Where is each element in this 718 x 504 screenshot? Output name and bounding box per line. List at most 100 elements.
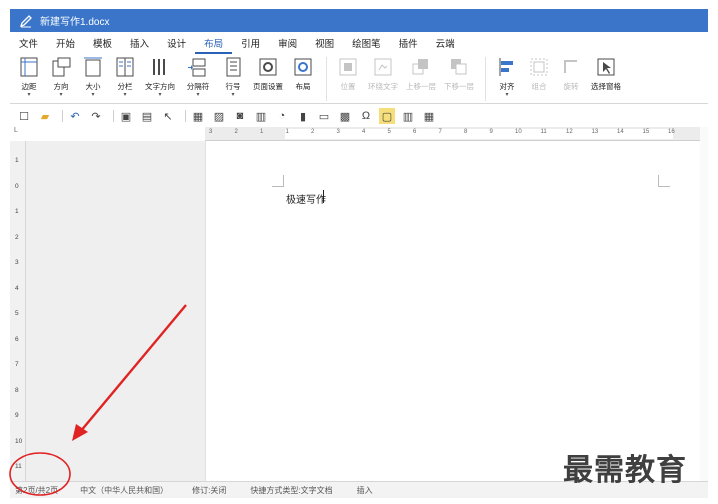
selection-pane-icon bbox=[595, 56, 617, 78]
ruler-tick-label: 6 bbox=[413, 129, 417, 135]
shapes-icon[interactable]: ◔ bbox=[274, 108, 290, 124]
menu-bar: 文件 开始 模板 插入 设计 布局 引用 审阅 视图 绘图笔 插件 云端 bbox=[10, 36, 708, 54]
ribbon-button-14[interactable]: 组合 bbox=[524, 54, 554, 104]
ruler-tick-label: 5 bbox=[15, 310, 19, 317]
text-direction-icon bbox=[149, 56, 171, 78]
track-changes-status[interactable]: 修订:关闭 bbox=[192, 485, 226, 496]
menu-item-7[interactable]: 审阅 bbox=[269, 36, 306, 54]
page-count[interactable]: 第2页/共2页 bbox=[15, 485, 58, 496]
document-page[interactable]: 极速写作 bbox=[205, 141, 700, 481]
open-folder-icon[interactable]: ▰ bbox=[37, 108, 53, 124]
save-icon[interactable]: ▣ bbox=[118, 108, 134, 124]
menu-item-10[interactable]: 插件 bbox=[390, 36, 427, 54]
ruler-tick-label: 14 bbox=[617, 129, 624, 135]
ruler-tick-label: 10 bbox=[515, 129, 522, 135]
chevron-down-icon: ▾ bbox=[27, 92, 31, 98]
page-size-icon bbox=[82, 56, 104, 78]
ribbon-button-8[interactable]: 布局 bbox=[288, 54, 318, 104]
align-icon bbox=[496, 56, 518, 78]
ruler-tick-label: 2 bbox=[234, 129, 238, 135]
symbol-icon[interactable]: Ω bbox=[358, 108, 374, 124]
ribbon-button-4[interactable]: 文字方向 ▾ bbox=[142, 54, 178, 104]
ribbon-button-15[interactable]: 旋转 bbox=[556, 54, 586, 104]
ribbon-button-11[interactable]: 上移一层 bbox=[403, 54, 439, 104]
pen-icon bbox=[18, 13, 34, 29]
image-icon[interactable]: ▨ bbox=[211, 108, 227, 124]
menu-item-0[interactable]: 文件 bbox=[10, 36, 47, 54]
screenshot-icon[interactable]: ◙ bbox=[232, 108, 248, 124]
ruler-tick-label: 7 bbox=[15, 361, 19, 368]
textbox-icon[interactable]: ▭ bbox=[316, 108, 332, 124]
send-backward-icon bbox=[448, 56, 470, 78]
ribbon-button-label: 组合 bbox=[531, 82, 547, 91]
menu-item-11[interactable]: 云端 bbox=[427, 36, 464, 54]
ribbon-button-2[interactable]: 大小 ▾ bbox=[78, 54, 108, 104]
menu-item-5[interactable]: 布局 bbox=[195, 36, 233, 54]
ribbon-button-label: 分隔符 bbox=[186, 82, 210, 91]
new-doc-icon[interactable]: ☐ bbox=[16, 108, 32, 124]
ruler-tick-label: 11 bbox=[540, 129, 547, 135]
menu-item-4[interactable]: 设计 bbox=[158, 36, 195, 54]
ribbon-button-9[interactable]: 位置 bbox=[333, 54, 363, 104]
columns-small-icon[interactable]: ▥ bbox=[400, 108, 416, 124]
ribbon-button-3[interactable]: 分栏 ▾ bbox=[110, 54, 140, 104]
undo-icon[interactable]: ↶ bbox=[67, 108, 83, 124]
insert-mode-status[interactable]: 插入 bbox=[357, 485, 373, 496]
ruler-tick-label: 6 bbox=[15, 335, 19, 343]
menu-item-2[interactable]: 模板 bbox=[84, 36, 121, 54]
ribbon-button-6[interactable]: 行号 ▾ bbox=[218, 54, 248, 104]
chart-icon[interactable]: ▥ bbox=[253, 108, 269, 124]
chevron-down-icon: ▾ bbox=[91, 92, 95, 98]
ruler-tick-label: 4 bbox=[15, 284, 19, 292]
ribbon-button-7[interactable]: 页面设置 bbox=[250, 54, 286, 104]
vertical-ruler[interactable]: 1 0 1 2 3 4 5 6 7 8 9 10 11 bbox=[10, 141, 26, 481]
menu-item-9[interactable]: 绘图笔 bbox=[343, 36, 390, 54]
ruler-tick-label: 2 bbox=[15, 233, 19, 241]
toolbar-separator bbox=[62, 110, 63, 122]
ribbon-button-12[interactable]: 下移一层 bbox=[441, 54, 477, 104]
ruler-tick-label: 10 bbox=[15, 437, 23, 445]
ruler-tick-label: 12 bbox=[566, 129, 573, 135]
menu-item-8[interactable]: 视图 bbox=[306, 36, 343, 54]
ribbon-button-label: 位置 bbox=[340, 82, 356, 91]
text-caret bbox=[323, 190, 324, 203]
field-icon[interactable]: ▩ bbox=[337, 108, 353, 124]
ribbon-button-5[interactable]: 分隔符 ▾ bbox=[180, 54, 216, 104]
menu-item-3[interactable]: 插入 bbox=[121, 36, 158, 54]
ribbon-button-0[interactable]: 边距 ▾ bbox=[14, 54, 44, 104]
ribbon-button-16[interactable]: 选择窗格 bbox=[588, 54, 624, 104]
language-status[interactable]: 中文（中华人民共和国） bbox=[80, 485, 168, 496]
separator-icon bbox=[187, 56, 209, 78]
menu-item-6[interactable]: 引用 bbox=[232, 36, 269, 54]
ruler-tick-label: 1 bbox=[15, 208, 19, 215]
bar-chart-icon[interactable]: ▮ bbox=[295, 108, 311, 124]
ruler-tick-label: 7 bbox=[438, 129, 442, 135]
menu-item-1[interactable]: 开始 bbox=[47, 36, 84, 54]
ruler-tick-label: 16 bbox=[668, 129, 675, 135]
ribbon-separator bbox=[326, 57, 327, 101]
table-icon[interactable]: ▦ bbox=[190, 108, 206, 124]
ribbon-button-10[interactable]: 环绕文字 bbox=[365, 54, 401, 104]
ribbon-layout: 边距 ▾ 方向 ▾ 大小 ▾ 分栏 ▾ 文字方向 ▾ 分隔符 ▾ 行号 ▾ 页面设置 布局 位置 环绕文字 上移一层… bbox=[10, 54, 708, 104]
page-setup-icon bbox=[257, 56, 279, 78]
horizontal-ruler[interactable]: 3 2 1 1 2 3 4 5 6 7 8 9 10 11 12 13 14 15 16 bbox=[205, 127, 700, 141]
print-icon[interactable]: ▤ bbox=[139, 108, 155, 124]
pointer-icon[interactable]: ↖ bbox=[160, 108, 176, 124]
ruler-tick-label: 4 bbox=[362, 129, 366, 135]
chevron-down-icon: ▾ bbox=[123, 92, 127, 98]
document-text[interactable]: 极速写作 bbox=[286, 191, 326, 206]
grid-icon[interactable]: ▦ bbox=[421, 108, 437, 124]
note-icon[interactable]: ▢ bbox=[379, 108, 395, 124]
margins-icon bbox=[18, 56, 40, 78]
line-number-icon bbox=[222, 56, 244, 78]
bring-forward-icon bbox=[410, 56, 432, 78]
ribbon-button-13[interactable]: 对齐 ▾ bbox=[492, 54, 522, 104]
ruler-tick-label: 1 bbox=[15, 157, 19, 164]
ribbon-button-1[interactable]: 方向 ▾ bbox=[46, 54, 76, 104]
vertical-scrollbar[interactable] bbox=[700, 127, 708, 481]
ribbon-button-label: 分栏 bbox=[117, 82, 133, 91]
navigation-pane bbox=[26, 141, 205, 481]
ruler-tick-label: 15 bbox=[642, 129, 650, 135]
redo-icon[interactable]: ↷ bbox=[88, 108, 104, 124]
layout-icon bbox=[292, 56, 314, 78]
